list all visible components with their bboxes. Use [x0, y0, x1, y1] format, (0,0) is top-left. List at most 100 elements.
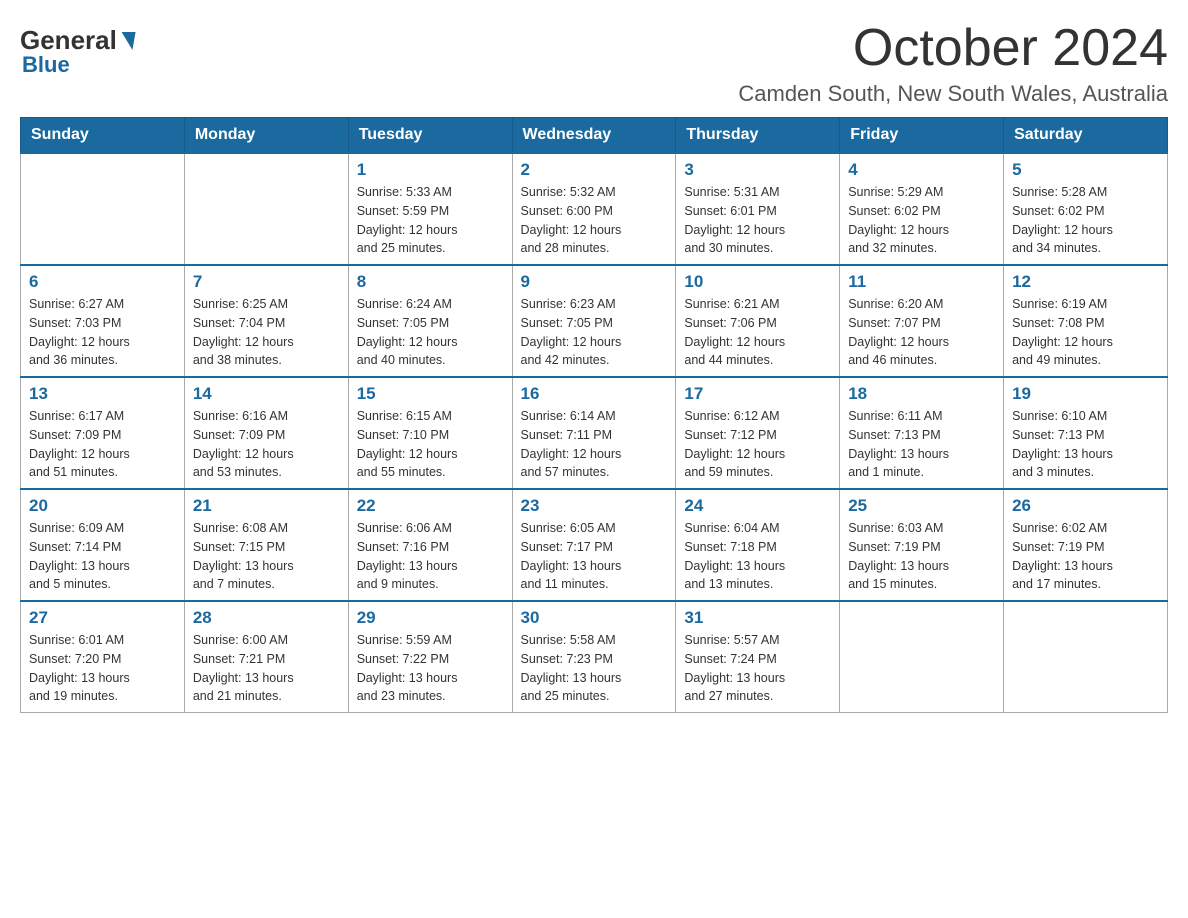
calendar-cell: 24 Sunrise: 6:04 AMSunset: 7:18 PMDayligh… [676, 489, 840, 601]
calendar-cell: 30 Sunrise: 5:58 AMSunset: 7:23 PMDayligh… [512, 601, 676, 713]
day-number: 18 [848, 384, 995, 404]
day-number: 15 [357, 384, 504, 404]
col-header-friday: Friday [840, 118, 1004, 154]
logo-blue-text: Blue [22, 52, 70, 78]
calendar-cell: 19Sunrise: 6:10 AMSunset: 7:13 PMDayligh… [1004, 377, 1168, 489]
calendar-cell: 8Sunrise: 6:24 AMSunset: 7:05 PMDaylight… [348, 265, 512, 377]
day-number: 8 [357, 272, 504, 292]
day-info: Sunrise: 5:33 AMSunset: 5:59 PMDaylight:… [357, 183, 504, 258]
calendar-cell: 20Sunrise: 6:09 AMSunset: 7:14 PMDayligh… [21, 489, 185, 601]
day-info: Sunrise: 6:08 AMSunset: 7:15 PMDaylight:… [193, 519, 340, 594]
page-header: General Blue October 2024 Camden South, … [20, 20, 1168, 107]
day-number: 24 [684, 496, 831, 516]
day-number: 1 [357, 160, 504, 180]
calendar-cell: 1 Sunrise: 5:33 AMSunset: 5:59 PMDaylight… [348, 153, 512, 265]
day-number: 5 [1012, 160, 1159, 180]
day-number: 17 [684, 384, 831, 404]
calendar-cell: 23 Sunrise: 6:05 AMSunset: 7:17 PMDayligh… [512, 489, 676, 601]
day-info: Sunrise: 6:06 AMSunset: 7:16 PMDaylight:… [357, 519, 504, 594]
day-number: 31 [684, 608, 831, 628]
calendar-cell: 11 Sunrise: 6:20 AMSunset: 7:07 PMDayligh… [840, 265, 1004, 377]
location-subtitle: Camden South, New South Wales, Australia [738, 81, 1168, 107]
col-header-tuesday: Tuesday [348, 118, 512, 154]
week-row-3: 13 Sunrise: 6:17 AMSunset: 7:09 PMDayligh… [21, 377, 1168, 489]
calendar-cell: 28Sunrise: 6:00 AMSunset: 7:21 PMDayligh… [184, 601, 348, 713]
calendar-cell: 13 Sunrise: 6:17 AMSunset: 7:09 PMDayligh… [21, 377, 185, 489]
calendar-cell [840, 601, 1004, 713]
day-number: 11 [848, 272, 995, 292]
calendar-cell: 9 Sunrise: 6:23 AMSunset: 7:05 PMDaylight… [512, 265, 676, 377]
month-title: October 2024 [738, 20, 1168, 77]
day-info: Sunrise: 6:14 AMSunset: 7:11 PMDaylight:… [521, 407, 668, 482]
day-number: 4 [848, 160, 995, 180]
day-info: Sunrise: 6:27 AMSunset: 7:03 PMDaylight:… [29, 295, 176, 370]
day-info: Sunrise: 6:01 AMSunset: 7:20 PMDaylight:… [29, 631, 176, 706]
day-info: Sunrise: 6:23 AMSunset: 7:05 PMDaylight:… [521, 295, 668, 370]
calendar-cell: 3 Sunrise: 5:31 AMSunset: 6:01 PMDaylight… [676, 153, 840, 265]
day-info: Sunrise: 6:03 AMSunset: 7:19 PMDaylight:… [848, 519, 995, 594]
day-number: 21 [193, 496, 340, 516]
day-info: Sunrise: 6:25 AMSunset: 7:04 PMDaylight:… [193, 295, 340, 370]
header-row: SundayMondayTuesdayWednesdayThursdayFrid… [21, 118, 1168, 154]
calendar-cell [1004, 601, 1168, 713]
day-info: Sunrise: 5:59 AMSunset: 7:22 PMDaylight:… [357, 631, 504, 706]
calendar-table: SundayMondayTuesdayWednesdayThursdayFrid… [20, 117, 1168, 713]
col-header-sunday: Sunday [21, 118, 185, 154]
day-number: 9 [521, 272, 668, 292]
day-info: Sunrise: 6:10 AMSunset: 7:13 PMDaylight:… [1012, 407, 1159, 482]
day-number: 30 [521, 608, 668, 628]
calendar-cell: 16 Sunrise: 6:14 AMSunset: 7:11 PMDayligh… [512, 377, 676, 489]
week-row-4: 20Sunrise: 6:09 AMSunset: 7:14 PMDayligh… [21, 489, 1168, 601]
calendar-cell: 10Sunrise: 6:21 AMSunset: 7:06 PMDayligh… [676, 265, 840, 377]
col-header-saturday: Saturday [1004, 118, 1168, 154]
calendar-cell: 26 Sunrise: 6:02 AMSunset: 7:19 PMDayligh… [1004, 489, 1168, 601]
day-info: Sunrise: 6:02 AMSunset: 7:19 PMDaylight:… [1012, 519, 1159, 594]
calendar-cell: 12 Sunrise: 6:19 AMSunset: 7:08 PMDayligh… [1004, 265, 1168, 377]
day-info: Sunrise: 6:11 AMSunset: 7:13 PMDaylight:… [848, 407, 995, 482]
calendar-cell: 7Sunrise: 6:25 AMSunset: 7:04 PMDaylight… [184, 265, 348, 377]
day-number: 25 [848, 496, 995, 516]
day-number: 13 [29, 384, 176, 404]
day-info: Sunrise: 6:09 AMSunset: 7:14 PMDaylight:… [29, 519, 176, 594]
day-info: Sunrise: 6:19 AMSunset: 7:08 PMDaylight:… [1012, 295, 1159, 370]
calendar-cell: 2Sunrise: 5:32 AMSunset: 6:00 PMDaylight… [512, 153, 676, 265]
calendar-cell: 5Sunrise: 5:28 AMSunset: 6:02 PMDaylight… [1004, 153, 1168, 265]
week-row-5: 27 Sunrise: 6:01 AMSunset: 7:20 PMDayligh… [21, 601, 1168, 713]
logo-arrow-icon [118, 32, 135, 50]
title-block: October 2024 Camden South, New South Wal… [738, 20, 1168, 107]
calendar-cell: 6 Sunrise: 6:27 AMSunset: 7:03 PMDaylight… [21, 265, 185, 377]
day-info: Sunrise: 6:21 AMSunset: 7:06 PMDaylight:… [684, 295, 831, 370]
calendar-cell: 4Sunrise: 5:29 AMSunset: 6:02 PMDaylight… [840, 153, 1004, 265]
calendar-cell: 14 Sunrise: 6:16 AMSunset: 7:09 PMDayligh… [184, 377, 348, 489]
day-info: Sunrise: 6:04 AMSunset: 7:18 PMDaylight:… [684, 519, 831, 594]
calendar-cell: 22 Sunrise: 6:06 AMSunset: 7:16 PMDayligh… [348, 489, 512, 601]
week-row-1: 1 Sunrise: 5:33 AMSunset: 5:59 PMDaylight… [21, 153, 1168, 265]
col-header-wednesday: Wednesday [512, 118, 676, 154]
day-number: 12 [1012, 272, 1159, 292]
day-info: Sunrise: 6:20 AMSunset: 7:07 PMDaylight:… [848, 295, 995, 370]
calendar-cell: 29Sunrise: 5:59 AMSunset: 7:22 PMDayligh… [348, 601, 512, 713]
day-info: Sunrise: 5:31 AMSunset: 6:01 PMDaylight:… [684, 183, 831, 258]
day-info: Sunrise: 6:15 AMSunset: 7:10 PMDaylight:… [357, 407, 504, 482]
calendar-cell: 27 Sunrise: 6:01 AMSunset: 7:20 PMDayligh… [21, 601, 185, 713]
day-number: 3 [684, 160, 831, 180]
day-info: Sunrise: 6:17 AMSunset: 7:09 PMDaylight:… [29, 407, 176, 482]
day-number: 27 [29, 608, 176, 628]
calendar-cell: 25 Sunrise: 6:03 AMSunset: 7:19 PMDayligh… [840, 489, 1004, 601]
day-info: Sunrise: 5:58 AMSunset: 7:23 PMDaylight:… [521, 631, 668, 706]
day-number: 23 [521, 496, 668, 516]
day-info: Sunrise: 6:16 AMSunset: 7:09 PMDaylight:… [193, 407, 340, 482]
calendar-cell: 21 Sunrise: 6:08 AMSunset: 7:15 PMDayligh… [184, 489, 348, 601]
day-number: 16 [521, 384, 668, 404]
calendar-cell: 17Sunrise: 6:12 AMSunset: 7:12 PMDayligh… [676, 377, 840, 489]
day-number: 2 [521, 160, 668, 180]
logo: General Blue [20, 20, 134, 78]
calendar-cell [184, 153, 348, 265]
day-number: 14 [193, 384, 340, 404]
day-number: 28 [193, 608, 340, 628]
calendar-cell: 31Sunrise: 5:57 AMSunset: 7:24 PMDayligh… [676, 601, 840, 713]
day-number: 6 [29, 272, 176, 292]
day-number: 26 [1012, 496, 1159, 516]
day-number: 22 [357, 496, 504, 516]
day-info: Sunrise: 6:05 AMSunset: 7:17 PMDaylight:… [521, 519, 668, 594]
